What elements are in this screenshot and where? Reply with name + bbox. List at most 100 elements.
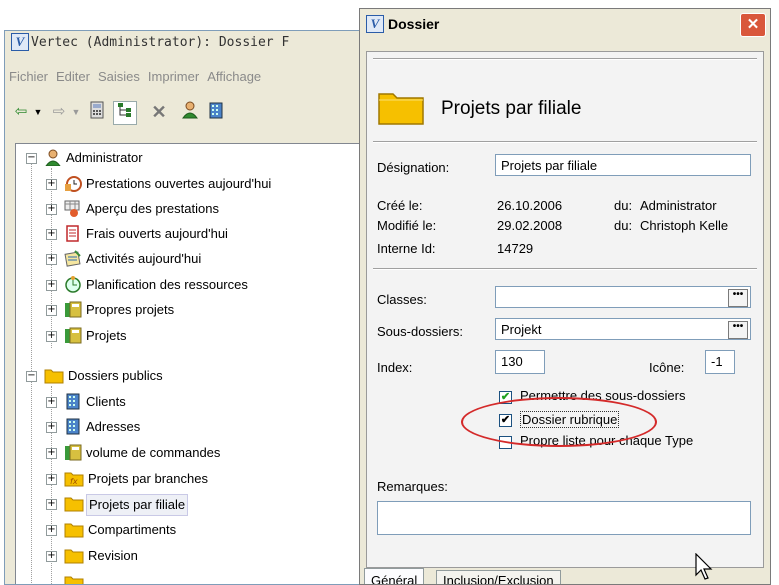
dossier-dialog: V Dossier ✕ Projets par filiale Désignat… xyxy=(359,8,771,585)
interne-id-label: Interne Id: xyxy=(377,241,436,256)
project-icon xyxy=(64,444,82,461)
tree-view-icon[interactable] xyxy=(113,101,137,125)
tree-node-prestations-ouvertes[interactable]: + Prestations ouvertes aujourd'hui xyxy=(16,174,356,194)
designation-input[interactable]: Projets par filiale xyxy=(495,154,751,176)
expand-toggle[interactable]: + xyxy=(46,204,57,215)
cree-label: Créé le: xyxy=(377,198,423,213)
folder-icon xyxy=(44,367,64,384)
menu-saisies[interactable]: Saisies xyxy=(98,69,140,84)
dialog-title-bar: V Dossier ✕ xyxy=(360,9,770,39)
dialog-title: Dossier xyxy=(388,16,440,32)
folder-icon xyxy=(377,88,425,126)
tab-general[interactable]: Général xyxy=(364,568,425,584)
tree-node-projets-branches[interactable]: + fx Projets par branches xyxy=(16,469,356,489)
tree-node-clients[interactable]: + Clients xyxy=(16,392,356,412)
tree-node-projets[interactable]: + Projets xyxy=(16,326,356,346)
tree-node-label: Frais ouverts aujourd'hui xyxy=(86,226,228,241)
receipt-icon xyxy=(64,225,82,242)
tree-node-label: Adresses xyxy=(86,419,141,434)
building-icon xyxy=(64,393,82,410)
classes-input[interactable]: ••• xyxy=(495,286,751,308)
sous-dossiers-value: Projekt xyxy=(501,322,542,337)
expand-toggle[interactable]: + xyxy=(46,305,57,316)
delete-icon[interactable]: ✕ xyxy=(149,101,169,123)
building-icon xyxy=(64,418,82,435)
folder-icon xyxy=(64,574,84,584)
tree-node-label: Propres projets xyxy=(86,302,175,317)
project-icon xyxy=(64,301,82,318)
sous-dossiers-label: Sous-dossiers: xyxy=(377,324,463,339)
classes-browse-button[interactable]: ••• xyxy=(728,289,748,307)
tree-node-volume-commandes[interactable]: + volume de commandes xyxy=(16,443,356,463)
expand-toggle[interactable]: + xyxy=(46,229,57,240)
tree-node-label: Activités aujourd'hui xyxy=(86,251,202,266)
expand-toggle[interactable]: + xyxy=(46,551,57,562)
sous-dossiers-input[interactable]: Projekt ••• xyxy=(495,318,751,340)
tree-node-label: Revision xyxy=(88,548,138,563)
expand-toggle[interactable]: + xyxy=(46,525,57,536)
tree-node-projets-filiale[interactable]: + Projets par filiale xyxy=(16,494,356,516)
sous-dossiers-browse-button[interactable]: ••• xyxy=(728,321,748,339)
menu-imprimer[interactable]: Imprimer xyxy=(148,69,199,84)
building-icon[interactable] xyxy=(205,101,227,123)
menu-fichier[interactable]: Fichier xyxy=(9,69,48,84)
dropdown-arrow-icon[interactable]: ▼ xyxy=(71,101,81,123)
tree-node-label: Administrator xyxy=(66,150,143,165)
dossier-header-title: Projets par filiale xyxy=(441,98,582,119)
cree-by: Administrator xyxy=(640,198,717,213)
tree-node-adresses[interactable]: + Adresses xyxy=(16,417,356,437)
folder-icon xyxy=(64,495,84,512)
clock-icon xyxy=(64,175,82,192)
expand-toggle[interactable]: + xyxy=(46,422,57,433)
main-title-bar: V Vertec (Administrator): Dossier F xyxy=(5,31,365,53)
menu-bar: Fichier Editer Saisies Imprimer Affichage xyxy=(5,69,365,89)
dropdown-arrow-icon[interactable]: ▼ xyxy=(33,101,43,123)
expand-toggle[interactable]: + xyxy=(46,474,57,485)
folder-tree: − Administrator + Prestations ouvertes a… xyxy=(15,143,362,584)
expand-toggle[interactable]: + xyxy=(46,331,57,342)
menu-affichage[interactable]: Affichage xyxy=(207,69,261,84)
interne-id-value: 14729 xyxy=(497,241,534,256)
classes-label: Classes: xyxy=(377,292,427,307)
close-button[interactable]: ✕ xyxy=(740,13,766,37)
tree-node-dossiers-publics[interactable]: − Dossiers publics xyxy=(16,366,356,386)
tree-node-frais-ouverts[interactable]: + Frais ouverts aujourd'hui xyxy=(16,224,356,244)
tree-node-label: Clients xyxy=(86,394,126,409)
folder-icon xyxy=(64,521,84,538)
user-icon[interactable] xyxy=(179,101,201,123)
tree-node-planification[interactable]: + Planification des ressources xyxy=(16,275,356,295)
expand-toggle[interactable]: + xyxy=(46,254,57,265)
toolbar: ⇦ ▼ ⇨ ▼ ✕ xyxy=(5,97,365,127)
main-window-title: Vertec (Administrator): Dossier F xyxy=(31,35,290,50)
expand-toggle[interactable]: + xyxy=(46,280,57,291)
remarques-textarea[interactable] xyxy=(377,501,751,535)
icone-input[interactable]: -1 xyxy=(705,350,735,374)
tree-node-administrator[interactable]: − Administrator xyxy=(16,148,356,168)
tree-node-label: Projets xyxy=(86,328,127,343)
tree-node-label: Planification des ressources xyxy=(86,277,248,292)
collapse-toggle[interactable]: − xyxy=(26,371,37,382)
collapse-toggle[interactable]: − xyxy=(26,153,37,164)
tree-node-activites[interactable]: + Activités aujourd'hui xyxy=(16,249,356,269)
designation-label: Désignation: xyxy=(377,160,450,175)
tree-node-revision[interactable]: + Revision xyxy=(16,546,356,566)
expand-toggle[interactable]: + xyxy=(46,448,57,459)
folder-expression-icon: fx xyxy=(64,470,84,487)
calculator-icon[interactable] xyxy=(87,101,107,123)
highlight-circle xyxy=(461,397,657,447)
expand-toggle[interactable]: + xyxy=(46,499,57,510)
back-arrow-icon[interactable]: ⇦ xyxy=(11,101,31,123)
forward-arrow-icon[interactable]: ⇨ xyxy=(49,101,69,123)
expand-toggle[interactable]: + xyxy=(46,397,57,408)
tree-node-apercu-prestations[interactable]: + Aperçu des prestations xyxy=(16,199,356,219)
general-panel: Projets par filiale Désignation: Projets… xyxy=(366,51,764,568)
tree-node-propres-projets[interactable]: + Propres projets xyxy=(16,300,356,320)
tree-node-compartiments[interactable]: + Compartiments xyxy=(16,520,356,540)
vertec-app-icon: V xyxy=(11,33,29,51)
main-window: V Vertec (Administrator): Dossier F Fich… xyxy=(4,30,366,585)
modifie-by: Christoph Kelle xyxy=(640,218,729,233)
menu-editer[interactable]: Editer xyxy=(56,69,90,84)
icone-label: Icône: xyxy=(649,360,685,375)
expand-toggle[interactable]: + xyxy=(46,179,57,190)
index-input[interactable]: 130 xyxy=(495,350,545,374)
